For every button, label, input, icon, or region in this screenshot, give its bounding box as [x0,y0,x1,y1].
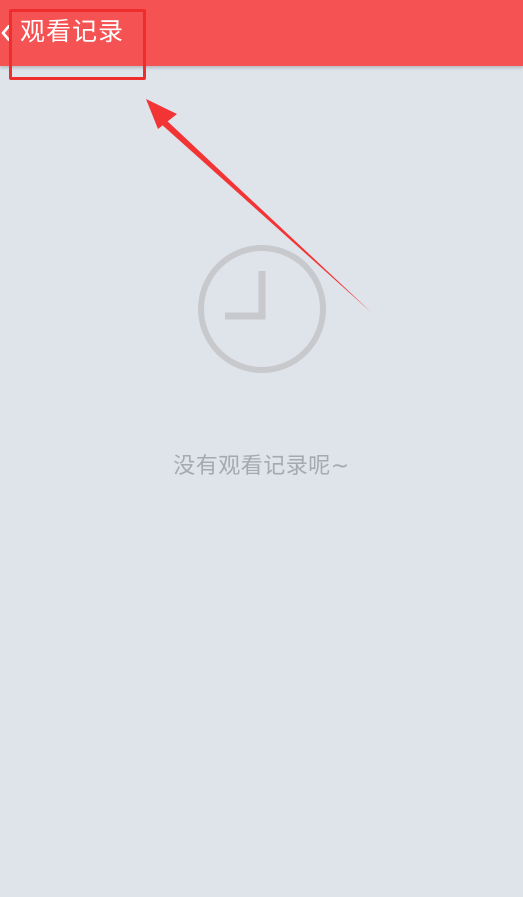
empty-message: 没有观看记录呢~ [173,454,350,479]
clock-icon [198,245,326,373]
annotation-highlight-box [9,9,146,80]
empty-state: 没有观看记录呢~ [0,240,523,500]
